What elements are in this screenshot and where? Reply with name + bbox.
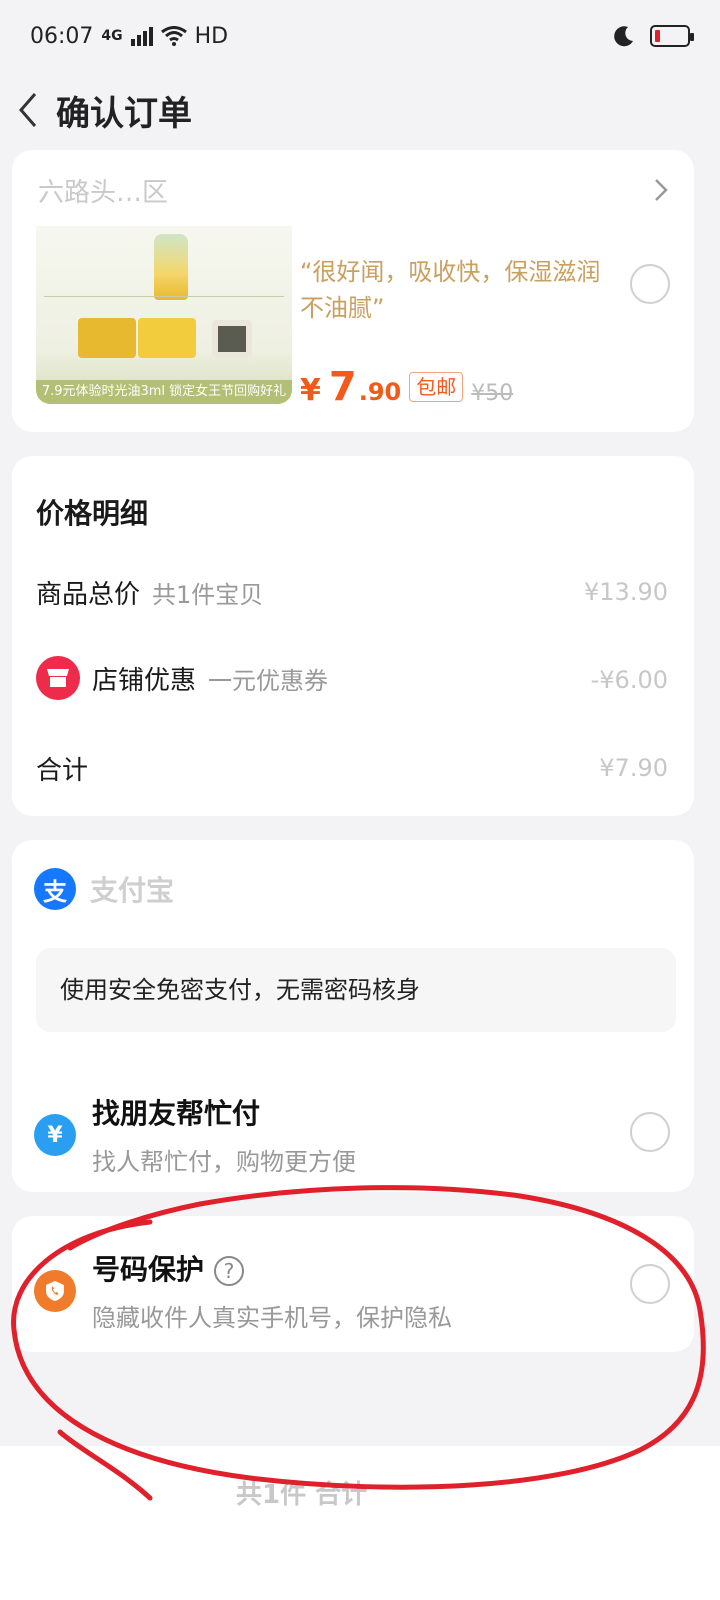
shop-discount-label: 店铺优惠 — [92, 665, 197, 696]
number-protection-card: 号码保护? 隐藏收件人真实手机号，保护隐私 — [12, 1216, 694, 1352]
original-price: ¥50 — [471, 381, 514, 406]
product-card: 7.9元体验时光油3ml 锁定女王节回购好礼 “很好闻，吸收快，保湿滋润不油腻”… — [12, 226, 694, 432]
coupon-illustration — [138, 318, 196, 358]
price-row: ¥ 7 .90 包邮 ¥50 — [300, 364, 513, 410]
friend-pay-subtitle: 找人帮忙付，购物更方便 — [92, 1148, 356, 1176]
chevron-right-icon — [655, 179, 668, 201]
number-protection-title: 号码保护 — [92, 1253, 205, 1286]
price-integer: 7 — [328, 364, 357, 410]
help-icon[interactable]: ? — [214, 1256, 245, 1286]
friend-pay-radio[interactable] — [630, 1112, 670, 1152]
price-detail-card: 价格明细 商品总价 共1件宝贝 ¥13.90 店铺优惠 一元优惠券 -¥6.00… — [12, 456, 694, 816]
nav-bar: 确认订单 — [0, 72, 720, 148]
shop-discount-coupon: 一元优惠券 — [208, 666, 329, 695]
number-protection-title-row: 号码保护? — [92, 1248, 452, 1288]
product-box-illustration — [212, 320, 252, 358]
bottle-illustration — [154, 234, 188, 300]
hd-indicator: HD — [194, 23, 229, 49]
alipay-icon: 支 — [34, 868, 76, 910]
bottom-total-text: 共1件 合计 — [236, 1480, 368, 1510]
number-protection-subtitle: 隐藏收件人真实手机号，保护隐私 — [92, 1304, 452, 1332]
alipay-label: 支付宝 — [90, 874, 175, 907]
price-decimal: .90 — [358, 378, 402, 406]
friend-pay-icon: ¥ — [34, 1114, 76, 1156]
back-button[interactable] — [8, 82, 48, 138]
watermark: 知乎 @子衿 — [573, 1548, 690, 1573]
total-label: 合计 — [36, 756, 89, 786]
total-value: ¥7.90 — [599, 754, 668, 782]
network-icon: 4G — [101, 28, 123, 44]
goods-total-label: 商品总价 — [36, 580, 141, 610]
wifi-icon — [160, 26, 187, 46]
payment-card: 支 支付宝 使用安全免密支付，无需密码核身 ¥ 找朋友帮忙付 找人帮忙付，购物更… — [12, 840, 694, 1192]
shop-icon — [36, 656, 80, 700]
friend-pay-option[interactable]: ¥ 找朋友帮忙付 找人帮忙付，购物更方便 — [34, 1092, 356, 1177]
chevron-left-icon — [19, 93, 37, 127]
address-text: 六路头…区 — [38, 177, 169, 208]
number-protection-option[interactable]: 号码保护? 隐藏收件人真实手机号，保护隐私 — [34, 1248, 452, 1333]
phone-shield-icon — [34, 1270, 76, 1312]
price-currency: ¥ — [300, 373, 321, 408]
address-card[interactable]: 六路头…区 — [12, 150, 694, 230]
product-image-caption: 7.9元体验时光油3ml 锁定女王节回购好礼 — [36, 380, 292, 404]
price-detail-title: 价格明细 — [36, 497, 149, 530]
friend-pay-title: 找朋友帮忙付 — [92, 1097, 261, 1130]
goods-total-row: 商品总价 共1件宝贝 — [36, 574, 263, 611]
goods-total-value: ¥13.90 — [584, 578, 668, 606]
shop-discount-value: -¥6.00 — [590, 666, 668, 694]
status-time: 06:07 — [30, 23, 94, 49]
bottom-bar: 共1件 合计 知乎 @子衿 — [0, 1446, 720, 1600]
battery-icon — [650, 25, 694, 47]
moon-icon — [614, 26, 633, 47]
coupon-illustration — [78, 318, 136, 358]
alipay-tip: 使用安全免密支付，无需密码核身 — [36, 948, 676, 1032]
number-protection-radio[interactable] — [630, 1264, 670, 1304]
product-select-radio[interactable] — [630, 264, 670, 304]
page-title: 确认订单 — [56, 93, 192, 134]
product-description: “很好闻，吸收快，保湿滋润不油腻” — [300, 258, 601, 322]
free-shipping-badge: 包邮 — [409, 372, 464, 402]
signal-icon — [130, 27, 153, 46]
status-bar: 06:07 4G HD — [0, 0, 720, 72]
total-row: 合计 — [36, 750, 88, 787]
product-image[interactable]: 7.9元体验时光油3ml 锁定女王节回购好礼 — [36, 226, 292, 404]
goods-total-count: 共1件宝贝 — [152, 581, 264, 609]
shop-discount-row[interactable]: 店铺优惠 一元优惠券 — [36, 656, 328, 700]
alipay-option[interactable]: 支 支付宝 — [34, 868, 174, 910]
